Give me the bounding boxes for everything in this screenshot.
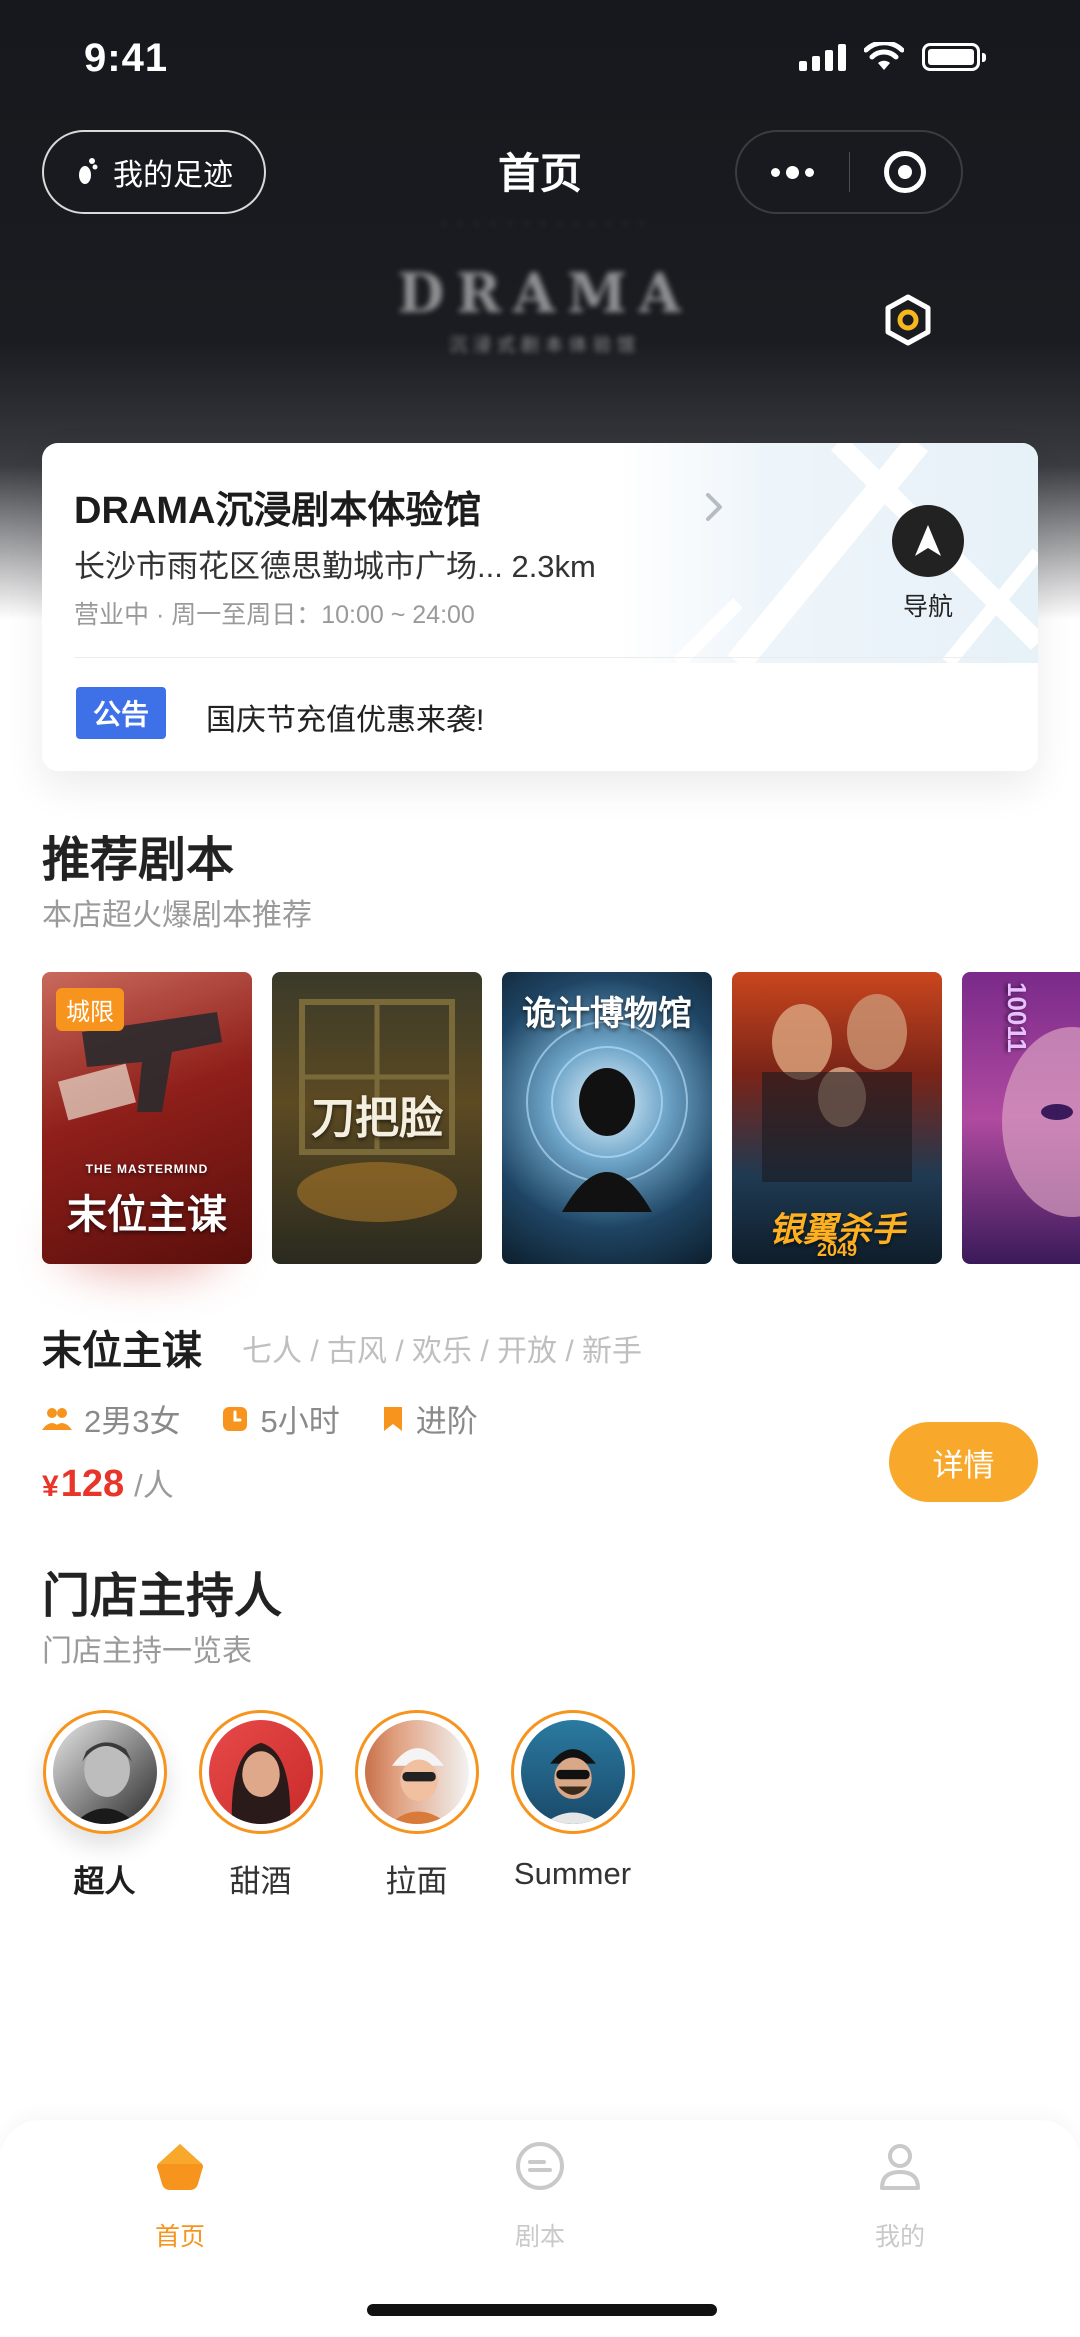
poster-title: 10011 [1002,982,1032,1053]
status-bar: 9:41 [0,0,1080,120]
script-poster[interactable]: 刀把脸 [272,972,482,1264]
recommend-section-title: 推荐剧本 [42,834,235,887]
script-meta: 2男3女 5小时 进阶 [42,1396,520,1441]
navigate-button[interactable]: 导航 [880,505,976,623]
tab-profile[interactable]: 我的 [800,2138,1000,2253]
notice-text[interactable]: 国庆节充值优惠来袭! [206,695,484,739]
bookmark-icon [383,1406,402,1431]
price-value: 128 [60,1463,125,1505]
miniprogram-capsule [735,130,963,214]
tab-home[interactable]: 首页 [80,2138,280,2253]
navigate-label: 导航 [902,593,953,621]
script-poster[interactable]: 诡计博物馆 [502,972,712,1264]
poster-title: 诡计博物馆 [522,995,692,1033]
status-time: 9:41 [84,36,169,80]
script-icon [516,2142,564,2190]
drama-logo: · · · · · · · · · · · · · DRAMA 沉浸式剧本体验馆 [397,215,693,355]
battery-icon [922,43,986,71]
host-name: 超人 [73,1864,136,1899]
poster-en-title: 2049 [816,1240,858,1260]
level-text: 进阶 [415,1404,478,1439]
host-item[interactable]: 拉面 [354,1710,479,1901]
navigation-arrow-icon [892,505,964,577]
card-divider [74,657,1006,658]
level-info: 进阶 [382,1396,478,1441]
avatar [510,1710,635,1834]
price-unit: /人 [134,1468,174,1503]
script-poster[interactable]: 10011 [962,972,1080,1264]
script-poster-carousel[interactable]: 城限 THE MASTERMIND 末位主谋 刀把脸 诡计博物馆 银翼杀手 20… [42,972,1080,1264]
profile-icon [880,2144,920,2190]
more-menu-button[interactable] [737,132,849,212]
host-name: Summer [513,1856,632,1891]
store-address: 长沙市雨花区德思勤城市广场... 2.3km [74,549,596,584]
host-list: 超人 甜酒 拉面 Summer [42,1710,666,1901]
store-name[interactable]: DRAMA沉浸剧本体验馆 [74,479,481,534]
avatar [198,1710,323,1834]
script-poster[interactable]: 城限 THE MASTERMIND 末位主谋 [42,972,252,1264]
hosts-section-subtitle: 门店主持一览表 [42,1635,252,1668]
recommend-section-subtitle: 本店超火爆剧本推荐 [42,899,312,932]
host-item[interactable]: 甜酒 [198,1710,323,1901]
detail-button[interactable]: 详情 [889,1422,1038,1502]
players-info: 2男3女 [42,1396,180,1441]
close-miniprogram-button[interactable] [850,132,962,212]
host-item[interactable]: 超人 [42,1710,167,1901]
wifi-icon [864,42,904,70]
cellular-signal-icon [799,43,846,71]
people-icon [42,1407,72,1430]
host-name: 甜酒 [229,1864,292,1899]
script-price: ¥ 128 /人 [42,1460,174,1506]
avatar [354,1710,479,1834]
store-hours: 营业中 · 周一至周日：10:00 ~ 24:00 [74,601,475,629]
tab-script-label: 剧本 [514,2223,565,2251]
hexagon-switch-icon[interactable] [881,293,935,347]
players-text: 2男3女 [84,1404,181,1439]
target-icon [884,151,927,193]
notice-badge: 公告 [76,687,166,739]
chevron-right-icon[interactable] [694,487,734,527]
store-info-card: DRAMA沉浸剧本体验馆 长沙市雨花区德思勤城市广场... 2.3km 营业中 … [42,443,1038,771]
tab-profile-label: 我的 [874,2223,925,2251]
poster-title: 末位主谋 [67,1191,227,1238]
duration-text: 5小时 [260,1404,340,1439]
poster-en-title: THE MASTERMIND [85,1162,209,1176]
script-poster[interactable]: 银翼杀手 2049 [732,972,942,1264]
clock-icon [223,1406,248,1431]
host-name: 拉面 [385,1864,448,1899]
hosts-section-title: 门店主持人 [42,1570,283,1623]
tab-script[interactable]: 剧本 [440,2138,640,2253]
poster-title: 刀把脸 [311,1093,443,1144]
host-item[interactable]: Summer [510,1710,635,1901]
avatar [42,1710,167,1834]
status-icons [799,42,986,72]
price-symbol: ¥ [42,1470,59,1503]
script-name: 末位主谋 [42,1329,202,1373]
script-tags: 七人 / 古风 / 欢乐 / 开放 / 新手 [242,1335,643,1368]
duration-info: 5小时 [222,1396,340,1441]
home-indicator [367,2304,717,2316]
tab-home-label: 首页 [154,2223,205,2251]
poster-tag: 城限 [56,988,124,1031]
navigation-bar: 我的足迹 首页 [0,130,1080,214]
home-icon [157,2144,203,2190]
more-dots-icon [771,165,815,179]
